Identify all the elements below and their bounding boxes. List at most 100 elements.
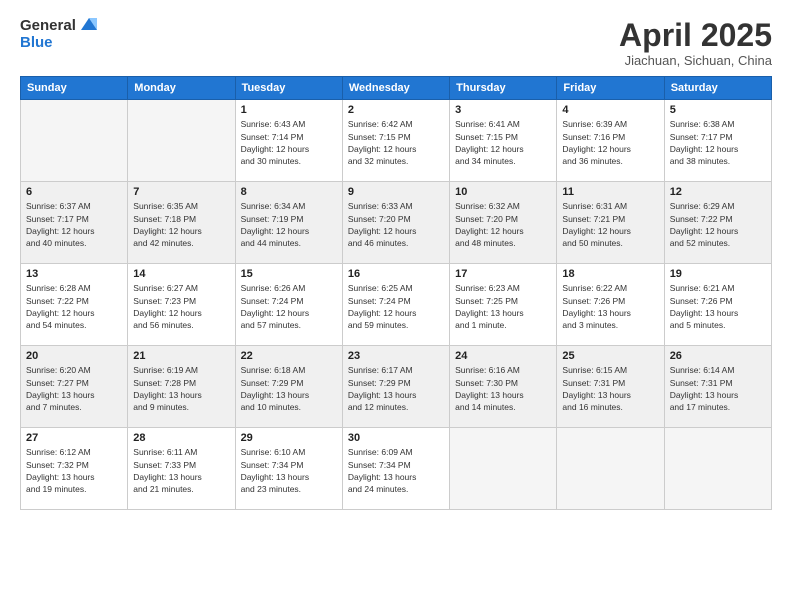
day-number: 26 bbox=[670, 350, 766, 362]
calendar-cell: 16Sunrise: 6:25 AM Sunset: 7:24 PM Dayli… bbox=[342, 264, 449, 346]
day-info: Sunrise: 6:18 AM Sunset: 7:29 PM Dayligh… bbox=[241, 364, 337, 413]
calendar-cell: 28 Sunrise: 6:11 AM Sunset: 7:33 PM Dayli… bbox=[128, 428, 235, 510]
day-number: 6 bbox=[26, 186, 122, 198]
day-number: 30 bbox=[348, 432, 444, 444]
calendar-cell bbox=[557, 428, 664, 510]
day-info: Sunrise: 6:35 AM Sunset: 7:18 PM Dayligh… bbox=[133, 200, 229, 249]
calendar-cell: 27Sunrise: 6:12 AM Sunset: 7:32 PM Dayli… bbox=[21, 428, 128, 510]
calendar-cell: 18 Sunrise: 6:22 AM Sunset: 7:26 PM Dayli… bbox=[557, 264, 664, 346]
day-number: 25 bbox=[562, 350, 658, 362]
calendar-cell: 22 Sunrise: 6:18 AM Sunset: 7:29 PM Dayli… bbox=[235, 346, 342, 428]
calendar-cell: 12Sunrise: 6:29 AM Sunset: 7:22 PM Dayli… bbox=[664, 182, 771, 264]
calendar-cell: 25Sunrise: 6:15 AM Sunset: 7:31 PM Dayli… bbox=[557, 346, 664, 428]
location: Jiachuan, Sichuan, China bbox=[619, 53, 772, 68]
day-info: Sunrise: 6:09 AM Sunset: 7:34 PM Dayligh… bbox=[348, 446, 444, 495]
calendar-cell: 20 Sunrise: 6:20 AM Sunset: 7:27 PM Dayli… bbox=[21, 346, 128, 428]
calendar-week-row: 13 Sunrise: 6:28 AM Sunset: 7:22 PM Dayli… bbox=[21, 264, 772, 346]
calendar-cell: 5 Sunrise: 6:38 AM Sunset: 7:17 PM Daylig… bbox=[664, 100, 771, 182]
day-number: 27 bbox=[26, 432, 122, 444]
calendar-cell: 19Sunrise: 6:21 AM Sunset: 7:26 PM Dayli… bbox=[664, 264, 771, 346]
day-of-week-header: Thursday bbox=[450, 77, 557, 100]
calendar-cell: 17Sunrise: 6:23 AM Sunset: 7:25 PM Dayli… bbox=[450, 264, 557, 346]
calendar-cell: 2 Sunrise: 6:42 AM Sunset: 7:15 PM Daylig… bbox=[342, 100, 449, 182]
calendar-cell: 24 Sunrise: 6:16 AM Sunset: 7:30 PM Dayli… bbox=[450, 346, 557, 428]
day-info: Sunrise: 6:33 AM Sunset: 7:20 PM Dayligh… bbox=[348, 200, 444, 249]
day-number: 8 bbox=[241, 186, 337, 198]
day-info: Sunrise: 6:14 AM Sunset: 7:31 PM Dayligh… bbox=[670, 364, 766, 413]
day-info: Sunrise: 6:26 AM Sunset: 7:24 PM Dayligh… bbox=[241, 282, 337, 331]
day-info: Sunrise: 6:42 AM Sunset: 7:15 PM Dayligh… bbox=[348, 118, 444, 167]
day-info: Sunrise: 6:11 AM Sunset: 7:33 PM Dayligh… bbox=[133, 446, 229, 495]
day-number: 16 bbox=[348, 268, 444, 280]
calendar-header-row: SundayMondayTuesdayWednesdayThursdayFrid… bbox=[21, 77, 772, 100]
day-number: 29 bbox=[241, 432, 337, 444]
day-info: Sunrise: 6:32 AM Sunset: 7:20 PM Dayligh… bbox=[455, 200, 551, 249]
day-number: 5 bbox=[670, 104, 766, 116]
calendar-week-row: 1 Sunrise: 6:43 AM Sunset: 7:14 PM Daylig… bbox=[21, 100, 772, 182]
day-info: Sunrise: 6:38 AM Sunset: 7:17 PM Dayligh… bbox=[670, 118, 766, 167]
day-number: 23 bbox=[348, 350, 444, 362]
calendar-cell: 6 Sunrise: 6:37 AM Sunset: 7:17 PM Daylig… bbox=[21, 182, 128, 264]
logo-icon bbox=[79, 14, 99, 34]
day-number: 22 bbox=[241, 350, 337, 362]
day-info: Sunrise: 6:43 AM Sunset: 7:14 PM Dayligh… bbox=[241, 118, 337, 167]
calendar-cell: 13 Sunrise: 6:28 AM Sunset: 7:22 PM Dayli… bbox=[21, 264, 128, 346]
day-of-week-header: Wednesday bbox=[342, 77, 449, 100]
calendar-cell: 4Sunrise: 6:39 AM Sunset: 7:16 PM Daylig… bbox=[557, 100, 664, 182]
day-info: Sunrise: 6:34 AM Sunset: 7:19 PM Dayligh… bbox=[241, 200, 337, 249]
day-info: Sunrise: 6:19 AM Sunset: 7:28 PM Dayligh… bbox=[133, 364, 229, 413]
day-of-week-header: Friday bbox=[557, 77, 664, 100]
header: General Blue April 2025 Jiachuan, Sichua… bbox=[20, 18, 772, 68]
calendar-week-row: 6 Sunrise: 6:37 AM Sunset: 7:17 PM Daylig… bbox=[21, 182, 772, 264]
day-number: 24 bbox=[455, 350, 551, 362]
calendar-week-row: 27Sunrise: 6:12 AM Sunset: 7:32 PM Dayli… bbox=[21, 428, 772, 510]
day-info: Sunrise: 6:16 AM Sunset: 7:30 PM Dayligh… bbox=[455, 364, 551, 413]
calendar-cell: 29 Sunrise: 6:10 AM Sunset: 7:34 PM Dayli… bbox=[235, 428, 342, 510]
day-number: 28 bbox=[133, 432, 229, 444]
day-number: 19 bbox=[670, 268, 766, 280]
day-info: Sunrise: 6:37 AM Sunset: 7:17 PM Dayligh… bbox=[26, 200, 122, 249]
day-number: 10 bbox=[455, 186, 551, 198]
day-info: Sunrise: 6:31 AM Sunset: 7:21 PM Dayligh… bbox=[562, 200, 658, 249]
calendar-week-row: 20 Sunrise: 6:20 AM Sunset: 7:27 PM Dayli… bbox=[21, 346, 772, 428]
day-number: 2 bbox=[348, 104, 444, 116]
calendar-cell: 11 Sunrise: 6:31 AM Sunset: 7:21 PM Dayli… bbox=[557, 182, 664, 264]
calendar-cell: 30 Sunrise: 6:09 AM Sunset: 7:34 PM Dayli… bbox=[342, 428, 449, 510]
day-info: Sunrise: 6:10 AM Sunset: 7:34 PM Dayligh… bbox=[241, 446, 337, 495]
calendar-cell: 1 Sunrise: 6:43 AM Sunset: 7:14 PM Daylig… bbox=[235, 100, 342, 182]
calendar-cell: 23 Sunrise: 6:17 AM Sunset: 7:29 PM Dayli… bbox=[342, 346, 449, 428]
day-of-week-header: Tuesday bbox=[235, 77, 342, 100]
day-info: Sunrise: 6:23 AM Sunset: 7:25 PM Dayligh… bbox=[455, 282, 551, 331]
day-number: 11 bbox=[562, 186, 658, 198]
day-info: Sunrise: 6:41 AM Sunset: 7:15 PM Dayligh… bbox=[455, 118, 551, 167]
calendar-cell: 21 Sunrise: 6:19 AM Sunset: 7:28 PM Dayli… bbox=[128, 346, 235, 428]
day-number: 14 bbox=[133, 268, 229, 280]
calendar-cell: 14Sunrise: 6:27 AM Sunset: 7:23 PM Dayli… bbox=[128, 264, 235, 346]
page: General Blue April 2025 Jiachuan, Sichua… bbox=[0, 0, 792, 612]
day-info: Sunrise: 6:17 AM Sunset: 7:29 PM Dayligh… bbox=[348, 364, 444, 413]
day-of-week-header: Saturday bbox=[664, 77, 771, 100]
day-of-week-header: Monday bbox=[128, 77, 235, 100]
day-number: 4 bbox=[562, 104, 658, 116]
day-number: 3 bbox=[455, 104, 551, 116]
day-info: Sunrise: 6:28 AM Sunset: 7:22 PM Dayligh… bbox=[26, 282, 122, 331]
calendar-table: SundayMondayTuesdayWednesdayThursdayFrid… bbox=[20, 76, 772, 510]
day-number: 20 bbox=[26, 350, 122, 362]
day-info: Sunrise: 6:20 AM Sunset: 7:27 PM Dayligh… bbox=[26, 364, 122, 413]
day-number: 15 bbox=[241, 268, 337, 280]
logo-general: General bbox=[20, 18, 76, 35]
day-number: 7 bbox=[133, 186, 229, 198]
calendar-cell: 26 Sunrise: 6:14 AM Sunset: 7:31 PM Dayli… bbox=[664, 346, 771, 428]
title-block: April 2025 Jiachuan, Sichuan, China bbox=[619, 18, 772, 68]
day-number: 21 bbox=[133, 350, 229, 362]
day-of-week-header: Sunday bbox=[21, 77, 128, 100]
logo-blue: Blue bbox=[20, 35, 53, 52]
calendar-cell bbox=[128, 100, 235, 182]
day-number: 13 bbox=[26, 268, 122, 280]
day-info: Sunrise: 6:22 AM Sunset: 7:26 PM Dayligh… bbox=[562, 282, 658, 331]
day-number: 18 bbox=[562, 268, 658, 280]
day-number: 1 bbox=[241, 104, 337, 116]
day-info: Sunrise: 6:29 AM Sunset: 7:22 PM Dayligh… bbox=[670, 200, 766, 249]
calendar-cell bbox=[664, 428, 771, 510]
logo: General Blue bbox=[20, 18, 99, 51]
